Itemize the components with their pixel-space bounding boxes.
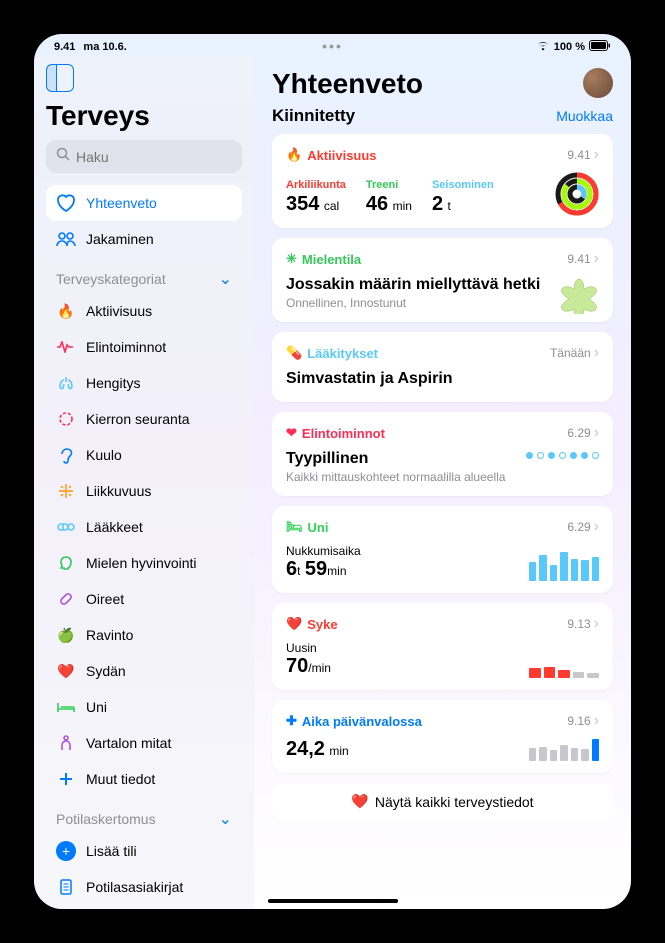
document-icon: [56, 877, 76, 897]
heart-icon: [56, 193, 76, 213]
flame-icon: 🔥: [56, 301, 76, 321]
chevron-right-icon: ›: [594, 250, 599, 268]
sidebar-item-cycle[interactable]: Kierron seuranta: [46, 401, 242, 437]
device-frame: 9.41 ma 10.6. ••• 100 % Terveys: [10, 10, 655, 933]
sidebar-toggle-button[interactable]: [46, 64, 74, 92]
sidebar-item-documents[interactable]: Potilasasiakirjat: [46, 869, 242, 905]
flower-icon: [559, 274, 599, 314]
activity-rings-icon: [555, 172, 599, 216]
status-date: ma 10.6.: [83, 41, 126, 53]
show-all-button[interactable]: ❤️ Näytä kaikki terveystiedot: [272, 783, 613, 820]
section-records[interactable]: Potilaskertomus ⌄: [46, 797, 242, 833]
bed-icon: 🛏: [286, 519, 303, 535]
sidebar-item-body[interactable]: Vartalon mitat: [46, 725, 242, 761]
multitask-dots-icon[interactable]: •••: [322, 38, 343, 54]
sidebar-item-label: Jakaminen: [86, 231, 154, 247]
arrows-icon: [56, 481, 76, 501]
plus-icon: [56, 769, 76, 789]
sleep-mini-chart: [529, 549, 599, 581]
heart-icon: ❤️: [351, 793, 368, 810]
apple-icon: 🍏: [56, 625, 76, 645]
mindfulness-icon: ✳: [286, 251, 297, 267]
cycle-icon: [56, 409, 76, 429]
pills-icon: [56, 517, 76, 537]
sidebar-item-summary[interactable]: Yhteenveto: [46, 185, 242, 221]
chevron-right-icon: ›: [594, 146, 599, 164]
chevron-right-icon: ›: [594, 615, 599, 633]
bandage-icon: [56, 589, 76, 609]
mindfulness-card[interactable]: ✳Mielentila 9.41› Jossakin määrin mielly…: [272, 238, 613, 322]
vitals-dots-chart: [526, 452, 599, 459]
plus-circle-icon: +: [56, 841, 76, 861]
battery-percent: 100 %: [554, 41, 585, 53]
status-bar: 9.41 ma 10.6. ••• 100 %: [34, 34, 631, 56]
chevron-right-icon: ›: [594, 344, 599, 362]
sidebar-item-respiratory[interactable]: Hengitys: [46, 365, 242, 401]
edit-button[interactable]: Muokkaa: [556, 108, 613, 124]
ear-icon: [56, 445, 76, 465]
section-categories[interactable]: Terveyskategoriat ⌄: [46, 257, 242, 293]
sidebar-item-medications[interactable]: Lääkkeet: [46, 509, 242, 545]
activity-card[interactable]: 🔥Aktiivisuus 9.41› Arkiliikunta354 cal T…: [272, 134, 613, 228]
vitals-card[interactable]: ❤Elintoiminnot 6.29› Tyypillinen Kaikki …: [272, 412, 613, 496]
screen: 9.41 ma 10.6. ••• 100 % Terveys: [34, 34, 631, 909]
chevron-down-icon: ⌄: [219, 809, 232, 829]
sidebar-title: Terveys: [46, 100, 242, 132]
chevron-right-icon: ›: [594, 424, 599, 442]
sidebar-item-heart[interactable]: ❤️Sydän: [46, 653, 242, 689]
chevron-right-icon: ›: [594, 712, 599, 730]
heart-icon: ❤️: [286, 616, 302, 632]
sidebar-item-nutrition[interactable]: 🍏Ravinto: [46, 617, 242, 653]
sidebar-item-hearing[interactable]: Kuulo: [46, 437, 242, 473]
daylight-mini-chart: [529, 729, 599, 761]
content-split: Terveys Yhteenveto Jakaminen: [34, 56, 631, 909]
person-icon: [56, 733, 76, 753]
sidebar-item-activity[interactable]: 🔥Aktiivisuus: [46, 293, 242, 329]
bed-icon: [56, 697, 76, 717]
waveform-icon: [56, 337, 76, 357]
chevron-down-icon: ⌄: [219, 269, 232, 289]
home-indicator[interactable]: [268, 899, 398, 903]
sidebar-item-add-account[interactable]: +Lisää tili: [46, 833, 242, 869]
search-icon: [56, 147, 70, 166]
main-content: Yhteenveto Kiinnitetty Muokkaa 🔥Aktiivis…: [254, 56, 631, 909]
battery-icon: [589, 40, 611, 54]
sidebar-item-mental[interactable]: Mielen hyvinvointi: [46, 545, 242, 581]
status-time: 9.41: [54, 41, 75, 53]
medications-card[interactable]: 💊Lääkitykset Tänään› Simvastatin ja Aspi…: [272, 332, 613, 402]
plus-icon: ✚: [286, 713, 297, 729]
people-icon: [56, 229, 76, 249]
wifi-icon: [536, 41, 550, 54]
lungs-icon: [56, 373, 76, 393]
sidebar-item-mobility[interactable]: Liikkuvuus: [46, 473, 242, 509]
heart-fill-icon: ❤️: [56, 661, 76, 681]
pills-icon: 💊: [286, 345, 302, 361]
heart-mini-chart: [529, 646, 599, 678]
daylight-card[interactable]: ✚Aika päivänvalossa 9.16› 24,2 min: [272, 700, 613, 773]
sidebar: Terveys Yhteenveto Jakaminen: [34, 56, 254, 909]
sidebar-item-symptoms[interactable]: Oireet: [46, 581, 242, 617]
page-title: Yhteenveto: [272, 68, 423, 100]
sidebar-item-vitals[interactable]: Elintoiminnot: [46, 329, 242, 365]
pinned-title: Kiinnitetty: [272, 106, 355, 126]
sidebar-item-sleep[interactable]: Uni: [46, 689, 242, 725]
chevron-right-icon: ›: [594, 518, 599, 536]
heart-pulse-icon: ❤: [286, 425, 297, 441]
heart-card[interactable]: ❤️Syke 9.13› Uusin 70/min: [272, 603, 613, 690]
search-box[interactable]: [46, 140, 242, 173]
flame-icon: 🔥: [286, 147, 302, 163]
brain-icon: [56, 553, 76, 573]
profile-avatar[interactable]: [583, 68, 613, 98]
sleep-card[interactable]: 🛏Uni 6.29› Nukkumisaika 6t 59min: [272, 506, 613, 593]
search-input[interactable]: [76, 149, 254, 165]
sidebar-item-other[interactable]: Muut tiedot: [46, 761, 242, 797]
sidebar-item-label: Yhteenveto: [86, 195, 157, 211]
sidebar-item-sharing[interactable]: Jakaminen: [46, 221, 242, 257]
